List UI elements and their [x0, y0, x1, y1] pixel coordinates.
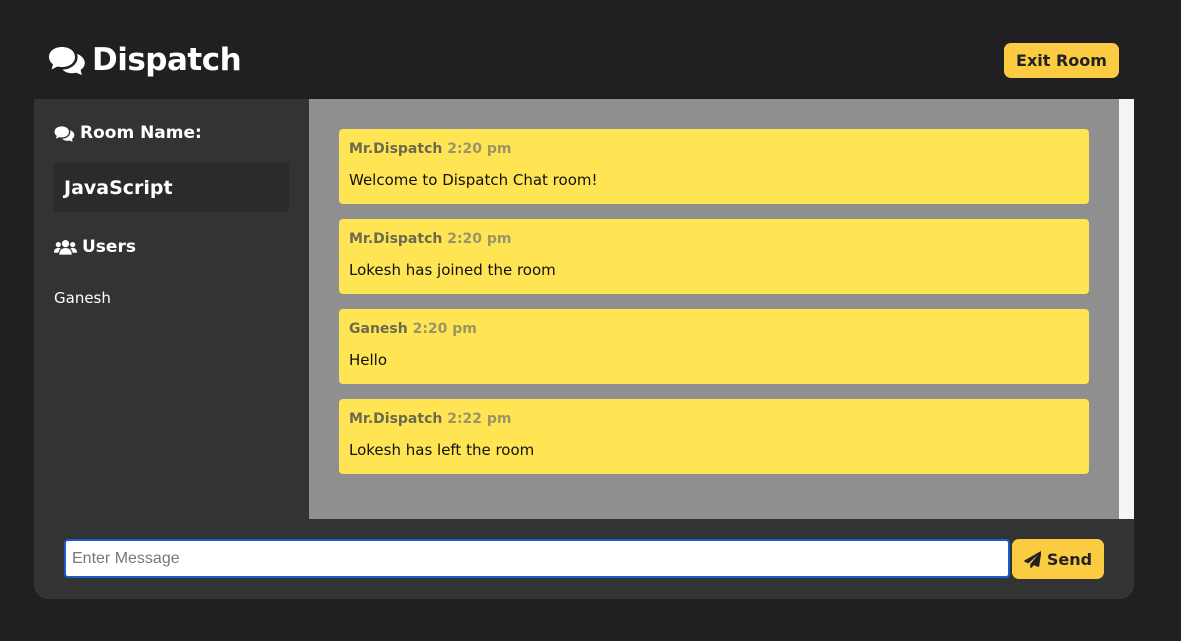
header: Dispatch Exit Room — [34, 21, 1134, 99]
message-meta: Mr.Dispatch 2:22 pm — [349, 411, 1079, 431]
message-author: Mr.Dispatch — [349, 411, 443, 427]
message-meta: Ganesh 2:20 pm — [349, 321, 1079, 341]
paper-plane-icon — [1024, 550, 1041, 568]
message-time: 2:20 pm — [412, 321, 477, 337]
message: Mr.Dispatch 2:20 pm Welcome to Dispatch … — [339, 129, 1089, 204]
message-author: Mr.Dispatch — [349, 231, 443, 247]
messages-panel: Mr.Dispatch 2:20 pm Welcome to Dispatch … — [309, 99, 1119, 519]
message-input[interactable] — [64, 539, 1010, 578]
messages-scrollbar[interactable] — [1119, 99, 1134, 519]
message-composer: Send — [34, 519, 1134, 599]
room-name: JavaScript — [54, 163, 289, 212]
message-time: 2:20 pm — [447, 231, 512, 247]
message-author: Mr.Dispatch — [349, 141, 443, 157]
exit-room-button[interactable]: Exit Room — [1004, 43, 1119, 78]
chat-app: Dispatch Exit Room Room Name: JavaScript… — [34, 21, 1134, 599]
message-meta: Mr.Dispatch 2:20 pm — [349, 231, 1079, 251]
logo: Dispatch — [48, 39, 242, 81]
message-text: Lokesh has joined the room — [349, 261, 556, 279]
app-title: Dispatch — [92, 42, 242, 78]
comments-icon — [54, 125, 75, 142]
users-heading: Users — [54, 237, 136, 257]
comments-icon — [49, 47, 85, 75]
send-label: Send — [1046, 549, 1093, 569]
sidebar: Room Name: JavaScript Users Ganesh — [34, 99, 309, 519]
users-heading-label: Users — [82, 237, 136, 257]
room-name-heading: Room Name: — [54, 123, 202, 143]
message-meta: Mr.Dispatch 2:20 pm — [349, 141, 1079, 161]
users-icon — [54, 240, 77, 255]
message-time: 2:20 pm — [447, 141, 512, 157]
room-name-heading-label: Room Name: — [80, 123, 202, 143]
message: Mr.Dispatch 2:20 pm Lokesh has joined th… — [339, 219, 1089, 294]
message-text: Hello — [349, 351, 388, 369]
message-time: 2:22 pm — [447, 411, 512, 427]
message-author: Ganesh — [349, 321, 408, 337]
message: Mr.Dispatch 2:22 pm Lokesh has left the … — [339, 399, 1089, 474]
message: Ganesh 2:20 pm Hello — [339, 309, 1089, 384]
send-button[interactable]: Send — [1012, 539, 1104, 579]
message-text: Welcome to Dispatch Chat room! — [349, 171, 598, 189]
user-list-item: Ganesh — [54, 289, 111, 307]
message-text: Lokesh has left the room — [349, 441, 535, 459]
